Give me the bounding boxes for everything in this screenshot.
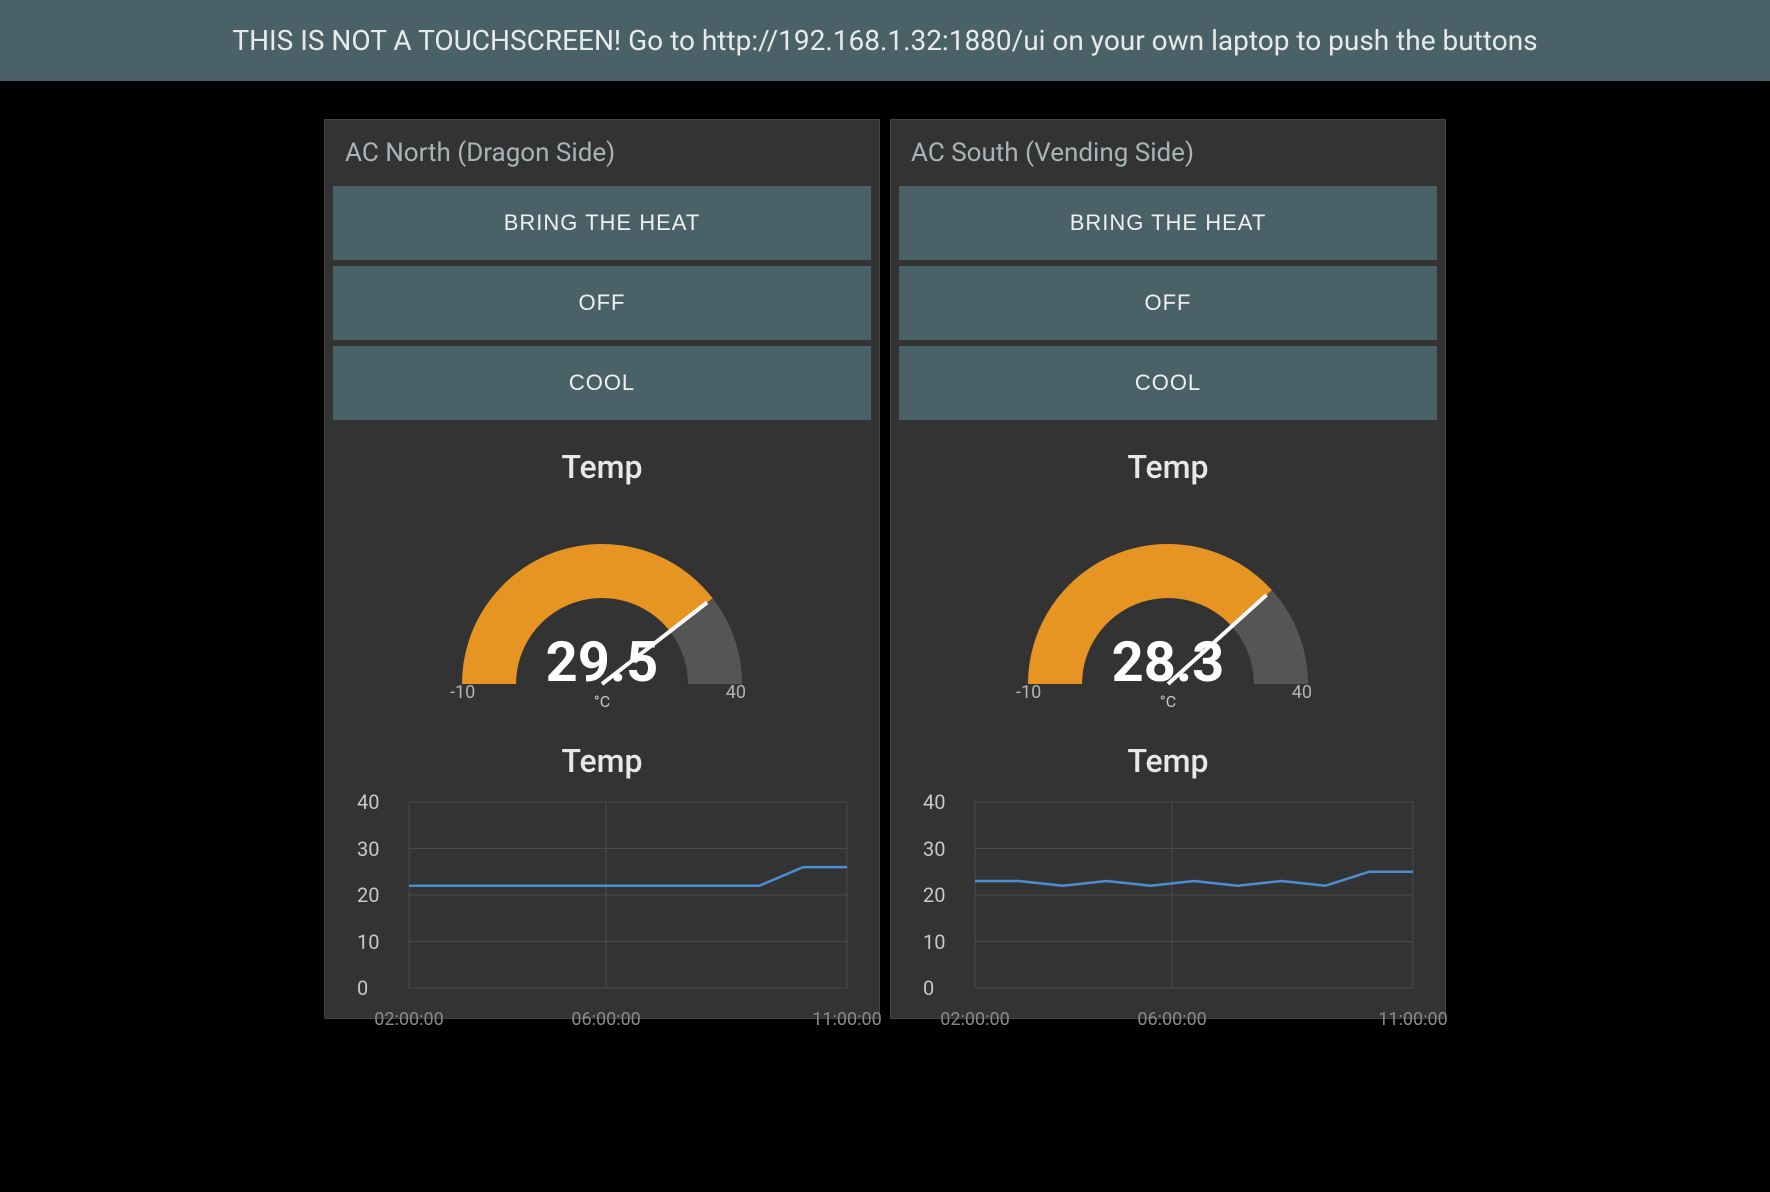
chart-y-tick: 20 bbox=[923, 883, 945, 907]
off-button[interactable]: OFF bbox=[333, 266, 871, 340]
gauge-unit: °C bbox=[988, 692, 1348, 711]
panel-ac-north: AC North (Dragon Side) BRING THE HEAT OF… bbox=[324, 119, 880, 1019]
off-button[interactable]: OFF bbox=[899, 266, 1437, 340]
cool-button[interactable]: COOL bbox=[333, 346, 871, 420]
panel-title: AC South (Vending Side) bbox=[891, 120, 1445, 186]
chart-x-tick: 11:00:00 bbox=[812, 1009, 881, 1030]
chart-y-tick: 40 bbox=[923, 790, 945, 814]
chart-y-tick: 0 bbox=[357, 976, 368, 1000]
gauge-unit: °C bbox=[422, 692, 782, 711]
gauge-label: Temp bbox=[891, 448, 1445, 486]
chart-x-tick: 06:00:00 bbox=[1137, 1009, 1206, 1030]
chart-label: Temp bbox=[891, 742, 1445, 780]
chart-y-tick: 10 bbox=[357, 930, 379, 954]
banner-message: THIS IS NOT A TOUCHSCREEN! Go to http://… bbox=[0, 0, 1770, 81]
chart-y-tick: 0 bbox=[923, 976, 934, 1000]
chart-x-tick: 02:00:00 bbox=[374, 1009, 443, 1030]
chart-y-tick: 30 bbox=[923, 837, 945, 861]
temp-chart: 40302010002:00:0006:00:0011:00:00 bbox=[915, 798, 1421, 1018]
chart-x-tick: 02:00:00 bbox=[940, 1009, 1009, 1030]
panel-ac-south: AC South (Vending Side) BRING THE HEAT O… bbox=[890, 119, 1446, 1019]
chart-y-tick: 30 bbox=[357, 837, 379, 861]
chart-x-tick: 06:00:00 bbox=[571, 1009, 640, 1030]
temp-gauge: 29.5 -10 40 °C bbox=[422, 504, 782, 714]
temp-chart: 40302010002:00:0006:00:0011:00:00 bbox=[349, 798, 855, 1018]
chart-y-tick: 20 bbox=[357, 883, 379, 907]
chart-y-tick: 10 bbox=[923, 930, 945, 954]
heat-button[interactable]: BRING THE HEAT bbox=[333, 186, 871, 260]
chart-label: Temp bbox=[325, 742, 879, 780]
dashboard: AC North (Dragon Side) BRING THE HEAT OF… bbox=[0, 81, 1770, 1019]
temp-gauge: 28.3 -10 40 °C bbox=[988, 504, 1348, 714]
chart-y-tick: 40 bbox=[357, 790, 379, 814]
heat-button[interactable]: BRING THE HEAT bbox=[899, 186, 1437, 260]
cool-button[interactable]: COOL bbox=[899, 346, 1437, 420]
chart-x-tick: 11:00:00 bbox=[1378, 1009, 1447, 1030]
gauge-label: Temp bbox=[325, 448, 879, 486]
panel-title: AC North (Dragon Side) bbox=[325, 120, 879, 186]
